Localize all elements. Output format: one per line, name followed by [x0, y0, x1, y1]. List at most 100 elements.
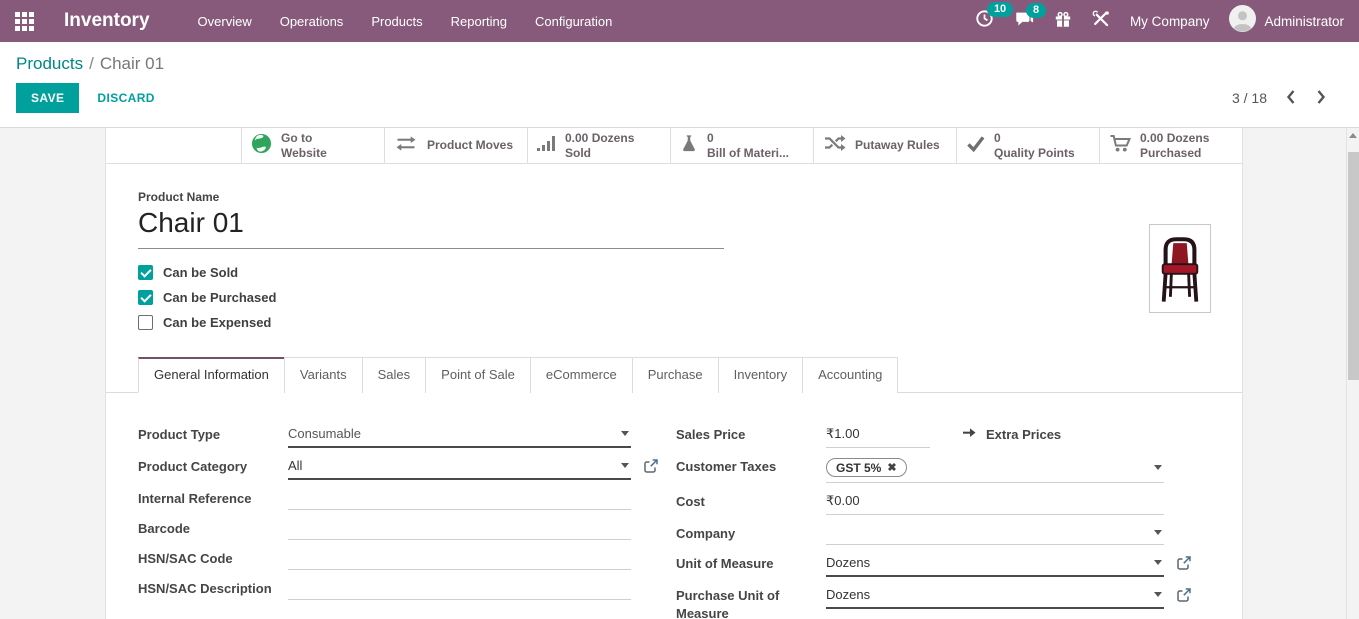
external-link-icon[interactable] [644, 459, 658, 473]
stat-label: Product Moves [427, 138, 513, 152]
internal-reference-row: Internal Reference [138, 487, 631, 510]
tab-ecommerce[interactable]: eCommerce [530, 357, 633, 393]
gift-icon [1054, 10, 1072, 33]
uom-row: Unit of Measure Dozens [676, 552, 1164, 577]
can-be-purchased-label: Can be Purchased [163, 290, 276, 305]
menu-reporting[interactable]: Reporting [439, 8, 519, 35]
chevron-left-icon [1285, 89, 1296, 108]
hsn-code-input[interactable] [288, 547, 631, 570]
company-row: Company [676, 522, 1164, 545]
tab-point-of-sale[interactable]: Point of Sale [425, 357, 531, 393]
barcode-input[interactable] [288, 517, 631, 540]
save-button[interactable]: SAVE [16, 83, 79, 113]
go-to-website-button[interactable]: Go toWebsite [241, 128, 384, 163]
internal-reference-label: Internal Reference [138, 487, 288, 510]
external-link-icon[interactable] [1177, 556, 1191, 570]
tab-inventory[interactable]: Inventory [718, 357, 803, 393]
purchase-uom-select[interactable]: Dozens [826, 584, 1164, 609]
chevron-down-icon[interactable] [1154, 592, 1162, 597]
uom-label: Unit of Measure [676, 552, 826, 577]
user-menu[interactable]: Administrator [1229, 5, 1344, 37]
product-category-value: All [288, 458, 302, 473]
putaway-rules-button[interactable]: Putaway Rules [813, 128, 956, 163]
chevron-down-icon[interactable] [1154, 530, 1162, 535]
scroll-up-arrow-icon[interactable] [1349, 133, 1357, 138]
tab-accounting[interactable]: Accounting [802, 357, 898, 393]
can-be-sold-row: Can be Sold [138, 260, 1210, 285]
chevron-down-icon[interactable] [621, 431, 629, 436]
gift-button[interactable] [1054, 10, 1072, 33]
pager-next-button[interactable] [1314, 87, 1329, 110]
breadcrumb-separator: / [89, 54, 94, 73]
uom-select[interactable]: Dozens [826, 552, 1164, 577]
tab-sales[interactable]: Sales [362, 357, 427, 393]
product-type-select[interactable]: Consumable [288, 423, 631, 448]
can-be-sold-checkbox[interactable] [138, 265, 153, 280]
sales-price-input[interactable]: ₹1.00 [826, 423, 930, 448]
breadcrumb: Products/Chair 01 [0, 42, 1359, 76]
top-navbar: Inventory Overview Operations Products R… [0, 0, 1359, 42]
apps-menu-icon[interactable] [15, 12, 34, 31]
can-be-expensed-checkbox[interactable] [138, 315, 153, 330]
stat-label: Purchased [1140, 146, 1209, 160]
cost-input[interactable]: ₹0.00 [826, 490, 1164, 515]
tag-remove-icon[interactable]: ✖ [887, 461, 896, 474]
chevron-down-icon[interactable] [1154, 465, 1162, 470]
company-switcher[interactable]: My Company [1130, 14, 1210, 29]
globe-icon [251, 133, 272, 159]
can-be-expensed-row: Can be Expensed [138, 310, 1210, 335]
external-link-icon[interactable] [1177, 588, 1191, 602]
quality-points-button[interactable]: 0Quality Points [956, 128, 1099, 163]
check-icon [966, 135, 985, 157]
customer-taxes-row: Customer Taxes GST 5% ✖ [676, 455, 1164, 483]
can-be-sold-label: Can be Sold [163, 265, 238, 280]
chevron-right-icon [1316, 89, 1327, 108]
internal-reference-input[interactable] [288, 487, 631, 510]
pager: 3 / 18 [1232, 87, 1329, 110]
scrollbar-thumb[interactable] [1348, 152, 1359, 380]
product-moves-button[interactable]: Product Moves [384, 128, 527, 163]
product-name-input[interactable]: Chair 01 [138, 207, 724, 249]
chevron-down-icon[interactable] [1154, 560, 1162, 565]
stat-value: 0.00 Dozens [1140, 131, 1209, 145]
company-select[interactable] [826, 522, 1164, 545]
product-category-select[interactable]: All [288, 455, 631, 480]
support-tools-button[interactable] [1092, 10, 1110, 33]
stat-label: Putaway Rules [855, 138, 940, 152]
product-image[interactable] [1149, 224, 1211, 313]
menu-overview[interactable]: Overview [186, 8, 264, 35]
hsn-description-input[interactable] [288, 577, 631, 600]
menu-configuration[interactable]: Configuration [523, 8, 624, 35]
tab-variants[interactable]: Variants [284, 357, 363, 393]
stat-label: Sold [565, 146, 634, 160]
chevron-down-icon[interactable] [621, 463, 629, 468]
customer-taxes-input[interactable]: GST 5% ✖ [826, 455, 1164, 483]
tab-purchase[interactable]: Purchase [632, 357, 719, 393]
purchased-stat-button[interactable]: 0.00 DozensPurchased [1099, 128, 1242, 163]
notebook-tabs: General Information Variants Sales Point… [106, 357, 1242, 393]
can-be-purchased-checkbox[interactable] [138, 290, 153, 305]
sold-stat-button[interactable]: 0.00 DozensSold [527, 128, 670, 163]
activities-button[interactable]: 10 [975, 9, 994, 33]
customer-taxes-label: Customer Taxes [676, 455, 826, 483]
tax-tag: GST 5% ✖ [826, 458, 907, 477]
purchase-uom-row: Purchase Unit of Measure Dozens [676, 584, 1164, 619]
flask-icon [680, 134, 698, 158]
extra-prices-link[interactable]: Extra Prices [962, 423, 1061, 442]
hsn-code-row: HSN/SAC Code [138, 547, 631, 570]
discard-button[interactable]: DISCARD [97, 91, 154, 105]
arrow-right-icon [962, 426, 977, 442]
breadcrumb-products-link[interactable]: Products [16, 54, 83, 73]
hsn-description-row: HSN/SAC Description [138, 577, 631, 600]
app-title[interactable]: Inventory [64, 10, 150, 32]
bill-of-materials-button[interactable]: 0Bill of Materi... [670, 128, 813, 163]
sales-price-row: Sales Price ₹1.00 Extra Prices [676, 423, 1164, 448]
messages-button[interactable]: 8 [1014, 10, 1034, 33]
tab-general-information[interactable]: General Information [138, 357, 285, 393]
stat-button-box: Go toWebsite Product Moves 0.00 DozensSo… [106, 128, 1242, 164]
vertical-scrollbar[interactable] [1346, 128, 1359, 619]
menu-operations[interactable]: Operations [268, 8, 356, 35]
menu-products[interactable]: Products [359, 8, 434, 35]
product-category-row: Product Category All [138, 455, 631, 480]
pager-previous-button[interactable] [1283, 87, 1298, 110]
